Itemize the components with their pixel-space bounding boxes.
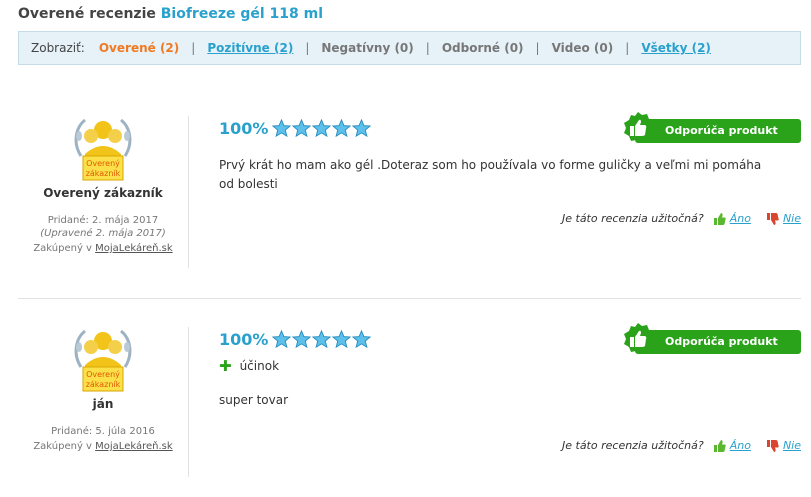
recommends-product-badge: Odporúča produkt [621, 112, 801, 144]
filter-verified[interactable]: Overené (2) [99, 41, 179, 55]
filter-separator: | [625, 41, 630, 55]
vote-no-link[interactable]: Nie [783, 439, 801, 452]
review-divider [18, 298, 801, 299]
purchase-info: Zakúpený v MojaLekáreň.sk [18, 242, 188, 255]
filter-video: Video (0) [551, 41, 614, 55]
verified-customer-badge: Overený zákazník [74, 118, 132, 181]
filter-expert: Odborné (0) [441, 41, 524, 55]
filter-separator: | [191, 41, 196, 55]
helpful-question: Je táto recenzia užitočná? [562, 439, 704, 452]
vote-yes-link[interactable]: Áno [730, 212, 751, 225]
star-icon [332, 118, 352, 137]
filter-negative: Negatívny (0) [321, 41, 414, 55]
vote-yes-link[interactable]: Áno [730, 439, 751, 452]
purchase-prefix: Zakúpený v [33, 243, 92, 254]
helpful-question: Je táto recenzia užitočná? [562, 212, 704, 225]
page-title: Overené recenzie Biofreeze gél 118 ml [18, 6, 323, 22]
star-icon [312, 329, 332, 348]
rating-percent: 100% [219, 118, 269, 138]
product-name: Biofreeze gél 118 ml [160, 6, 324, 22]
pros-item: ✚ účinok [219, 357, 801, 375]
review-date: Pridané: 2. mája 2017 [47, 215, 159, 226]
star-icon [312, 118, 332, 137]
column-divider [188, 327, 189, 477]
review-text: super tovar [219, 393, 289, 407]
pros-text: účinok [239, 359, 280, 373]
star-icon [272, 329, 292, 348]
review-author-panel: Overený zákazník ján Pridané: 5. júla 20… [18, 327, 188, 453]
recommends-product-badge: Odporúča produkt [621, 323, 801, 355]
star-icon [352, 118, 372, 137]
review-author-panel: Overený zákazník Overený zákazník Pridan… [18, 116, 188, 255]
store-link[interactable]: MojaLekáreň.sk [95, 243, 173, 254]
thumbs-up-seal-icon [624, 112, 654, 143]
thumbs-up-icon[interactable] [713, 439, 726, 452]
review-edited-date: (Upravené 2. mája 2017) [40, 228, 166, 239]
star-icon [332, 329, 352, 348]
thumbs-up-icon[interactable] [713, 212, 726, 225]
column-divider [188, 116, 189, 268]
filter-separator: | [535, 41, 540, 55]
filter-all[interactable]: Všetky (2) [641, 41, 711, 55]
review-text: Prvý krát ho mam ako gél .Doteraz som ho… [219, 158, 762, 191]
star-icon [272, 118, 292, 137]
purchase-info: Zakúpený v MojaLekáreň.sk [18, 440, 188, 453]
filter-separator: | [425, 41, 430, 55]
thumbs-up-seal-icon [624, 323, 654, 354]
filter-label: Zobraziť: [31, 41, 85, 55]
review-item: Overený zákazník Overený zákazník Pridan… [18, 112, 801, 286]
review-content: 100% Odporúča produkt Prvý krát ho mam a… [219, 112, 801, 225]
recommends-label: Odporúča produkt [665, 124, 778, 137]
purchase-prefix: Zakúpený v [33, 441, 92, 452]
star-icon [352, 329, 372, 348]
filter-positive[interactable]: Pozitívne (2) [207, 41, 293, 55]
badge-line-2: zákazník [86, 169, 121, 178]
store-link[interactable]: MojaLekáreň.sk [95, 441, 173, 452]
thumbs-down-icon[interactable] [766, 212, 779, 225]
star-icon [292, 329, 312, 348]
review-filter-bar: Zobraziť: Overené (2) | Pozitívne (2) | … [18, 31, 801, 65]
star-icon [292, 118, 312, 137]
vote-no-link[interactable]: Nie [783, 212, 801, 225]
verified-customer-badge: Overený zákazník [74, 329, 132, 392]
review-content: 100% Odporúča produkt ✚ účinok super tov… [219, 323, 801, 452]
helpful-vote: Je táto recenzia užitočná? Áno Nie [562, 439, 801, 452]
badge-line-1: Overený [86, 370, 120, 379]
thumbs-down-icon[interactable] [766, 439, 779, 452]
star-rating [272, 118, 372, 138]
star-rating [272, 329, 372, 349]
author-name: Overený zákazník [43, 186, 163, 200]
helpful-vote: Je táto recenzia užitočná? Áno Nie [562, 212, 801, 225]
recommends-label: Odporúča produkt [665, 335, 778, 348]
review-item: Overený zákazník ján Pridané: 5. júla 20… [18, 323, 801, 492]
plus-icon: ✚ [219, 357, 232, 375]
rating-percent: 100% [219, 329, 269, 349]
badge-line-1: Overený [86, 159, 120, 168]
author-name: ján [92, 397, 114, 411]
review-date: Pridané: 5. júla 2016 [51, 426, 155, 437]
badge-line-2: zákazník [86, 380, 121, 389]
title-prefix: Overené recenzie [18, 6, 156, 22]
filter-separator: | [305, 41, 310, 55]
